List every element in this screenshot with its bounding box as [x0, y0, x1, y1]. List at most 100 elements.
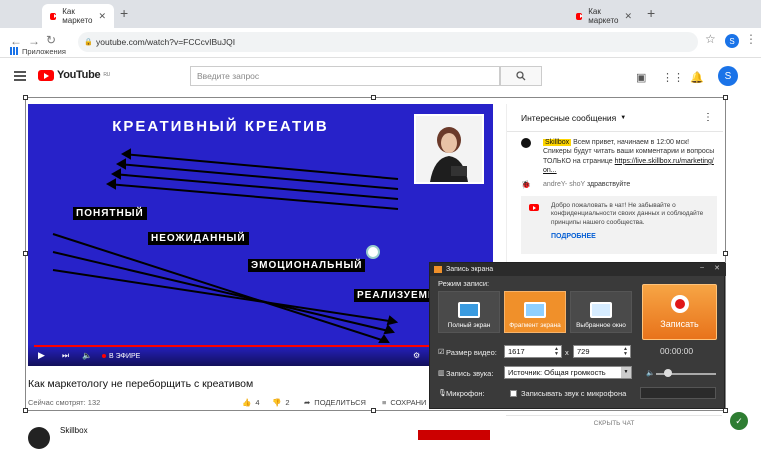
security-shield-icon[interactable]: ✓	[730, 412, 748, 430]
author-avatar-icon: 🐞	[521, 180, 531, 189]
sound-icon: ▥	[438, 370, 445, 377]
youtube-play-icon	[38, 69, 54, 81]
chat-notice: Добро пожаловать в чат! Не забывайте о к…	[521, 196, 717, 254]
mic-checkbox[interactable]	[510, 390, 517, 397]
bookmark-star-icon[interactable]: ☆	[705, 32, 716, 46]
youtube-logo[interactable]: YouTube RU	[38, 69, 110, 81]
channel-avatar[interactable]	[28, 427, 50, 449]
dislike-button[interactable]: 👎 2	[272, 398, 290, 407]
address-bar[interactable]: 🔒 youtube.com/watch?v=FCCcvIBuJQI	[78, 32, 698, 52]
volume-slider-knob[interactable]	[664, 369, 672, 377]
resize-handle[interactable]	[371, 408, 376, 413]
thumbs-up-icon: 👍	[242, 398, 252, 407]
screen-recorder-window: Запись экрана – ✕ Режим записи: Полный э…	[429, 262, 726, 409]
record-timer: 00:00:00	[660, 346, 694, 356]
app-icon	[434, 266, 442, 273]
height-value: 729	[577, 347, 590, 356]
tab-title: Как маркето	[62, 7, 93, 25]
resize-handle[interactable]	[723, 251, 728, 256]
chat-mode-label: Интересные сообщения	[521, 112, 617, 123]
spinner-icon[interactable]: ▲ ▼	[623, 347, 628, 357]
mic-level-meter	[640, 387, 716, 399]
author-badge: Skillbox	[543, 139, 572, 146]
view-count: Сейчас смотрят: 132	[28, 398, 101, 407]
search-button[interactable]	[500, 66, 542, 86]
sound-source-select[interactable]: Источник: Общая громкость ▼	[504, 366, 632, 379]
chevron-down-icon[interactable]: ▼	[621, 367, 631, 378]
browser-tab[interactable]: Как маркето ✕	[42, 4, 114, 28]
close-tab-icon[interactable]: ✕	[624, 11, 632, 22]
sound-label: Запись звука:	[446, 369, 494, 378]
notice-link[interactable]: ПОДРОБНЕЕ	[551, 232, 709, 241]
dislike-count: 2	[285, 398, 290, 407]
monitor-icon	[458, 302, 480, 318]
new-tab-icon[interactable]: +	[120, 5, 128, 21]
video-player[interactable]: КРЕАТИВНЫЙ КРЕАТИВ ПОНЯТНЫЙ НЕОЖИДАННЫЙ …	[28, 104, 493, 366]
width-value: 1617	[508, 347, 525, 356]
recorder-title: Запись экрана	[446, 266, 494, 273]
lock-icon: 🔒	[84, 39, 93, 46]
youtube-header: YouTube RU Введите запрос ▣ ⋮⋮ 🔔 S	[0, 60, 761, 94]
size-icon: ☑	[438, 349, 445, 356]
record-label: Записать	[660, 319, 699, 329]
mode-label: Режим записи:	[438, 279, 490, 288]
play-icon[interactable]: ▶	[38, 350, 45, 361]
fragment-icon	[524, 302, 546, 318]
volume-icon[interactable]: 🔈	[82, 351, 92, 360]
thumbs-down-icon: 👎	[272, 398, 282, 407]
search-input[interactable]: Введите запрос	[190, 66, 500, 86]
menu-kebab-icon[interactable]: ⋮	[745, 32, 757, 46]
spinner-icon[interactable]: ▲ ▼	[554, 347, 559, 357]
notifications-bell-icon[interactable]: 🔔	[690, 71, 704, 84]
minimize-icon[interactable]: –	[700, 264, 704, 271]
account-avatar[interactable]: S	[718, 66, 738, 86]
share-icon: ➦	[304, 398, 311, 407]
youtube-icon	[529, 204, 539, 211]
record-icon	[670, 295, 689, 313]
like-button[interactable]: 👍 4	[242, 398, 260, 407]
close-tab-icon[interactable]: ✕	[98, 11, 106, 22]
upload-video-icon[interactable]: ▣	[636, 71, 646, 84]
subscribe-button[interactable]	[418, 430, 490, 440]
width-input[interactable]: 1617 ▲ ▼	[504, 345, 562, 358]
apps-icon[interactable]: ⋮⋮	[662, 71, 684, 84]
sound-source-value: Источник: Общая громкость	[508, 368, 606, 377]
author-avatar	[521, 138, 531, 148]
browser-toolbar: ← → ↻ 🔒 youtube.com/watch?v=FCCcvIBuJQI …	[0, 28, 761, 58]
height-input[interactable]: 729 ▲ ▼	[573, 345, 631, 358]
channel-name[interactable]: Skillbox	[60, 426, 88, 435]
chat-message: Skillbox Всем привет, начинаем в 12:00 м…	[521, 138, 717, 176]
close-icon[interactable]: ✕	[714, 264, 720, 272]
resize-handle[interactable]	[23, 408, 28, 413]
cursor-target-icon	[366, 245, 380, 259]
settings-gear-icon[interactable]: ⚙	[413, 351, 420, 360]
browser-tab-2[interactable]: Как маркето ✕	[568, 4, 640, 28]
profile-avatar[interactable]: S	[725, 34, 739, 48]
bookmarks-bar: Приложения	[0, 44, 66, 58]
progress-bar[interactable]	[34, 345, 486, 347]
hamburger-menu-icon[interactable]	[14, 71, 26, 81]
save-button[interactable]: ≡ СОХРАНИ	[382, 398, 426, 407]
youtube-favicon-icon	[50, 12, 58, 20]
resize-handle[interactable]	[23, 95, 28, 100]
size-separator: x	[565, 348, 569, 357]
notice-text: Добро пожаловать в чат! Не забывайте о к…	[551, 202, 704, 226]
chat-menu-icon[interactable]: ⋮	[703, 112, 713, 123]
chat-message: 🐞 andreY- shoY здравствуйте	[521, 180, 717, 189]
new-tab-icon-2[interactable]: +	[647, 5, 655, 21]
bookmark-apps[interactable]: Приложения	[22, 47, 66, 56]
resize-handle[interactable]	[371, 95, 376, 100]
mode-label: Фрагмент экрана	[509, 322, 561, 329]
next-icon[interactable]: ⏭	[62, 351, 69, 361]
slide-arrows	[52, 148, 399, 343]
mode-window-button[interactable]: Выбранное окно	[570, 291, 632, 333]
resize-handle[interactable]	[723, 95, 728, 100]
chat-header[interactable]: Интересные сообщения ▼ ⋮	[507, 104, 723, 132]
share-button[interactable]: ➦ ПОДЕЛИТЬСЯ	[304, 398, 366, 407]
like-count: 4	[255, 398, 260, 407]
live-indicator[interactable]: В ЭФИРЕ	[102, 353, 140, 360]
hide-chat-button[interactable]: СКРЫТЬ ЧАТ	[506, 415, 722, 431]
mode-fragment-button[interactable]: Фрагмент экрана	[504, 291, 566, 333]
mode-fullscreen-button[interactable]: Полный экран	[438, 291, 500, 333]
record-button[interactable]: Записать	[642, 284, 717, 340]
